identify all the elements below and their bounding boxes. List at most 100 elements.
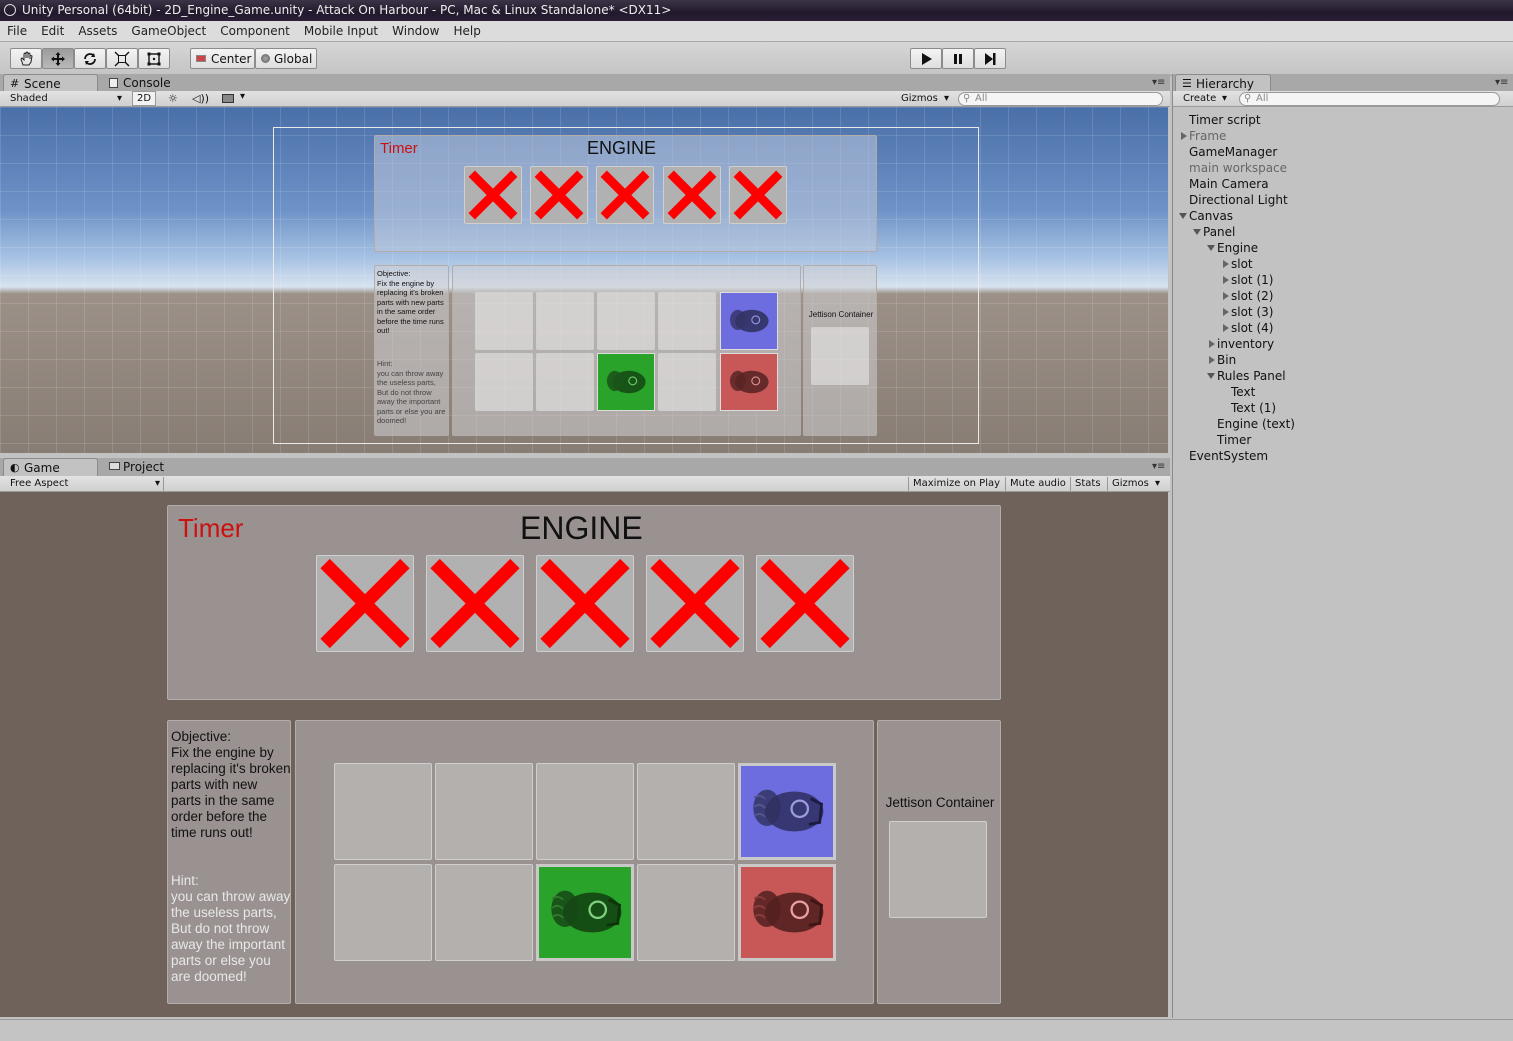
hierarchy-item[interactable]: Timer script (1173, 112, 1513, 128)
collapsed-arrow-icon[interactable] (1223, 260, 1229, 268)
engine-slot-2[interactable] (536, 555, 634, 652)
hierarchy-item[interactable]: Bin (1173, 352, 1513, 368)
hand-tool-button[interactable] (10, 48, 42, 69)
inventory-blue-part[interactable] (738, 763, 836, 860)
inventory-slot[interactable] (334, 864, 432, 961)
hierarchy-item[interactable]: slot (2) (1173, 288, 1513, 304)
game-viewport[interactable]: Timer ENGINE Objective: Fix the engine b… (0, 492, 1168, 1017)
menu-file[interactable]: File (0, 21, 34, 42)
expanded-arrow-icon[interactable] (1207, 373, 1215, 379)
tab-console[interactable]: Console (103, 74, 193, 92)
hierarchy-item[interactable]: Canvas (1173, 208, 1513, 224)
hierarchy-item-label: Bin (1217, 353, 1237, 367)
tab-project[interactable]: Project (103, 458, 193, 476)
menu-help[interactable]: Help (446, 21, 487, 42)
hierarchy-item-label: inventory (1217, 337, 1275, 351)
inventory-slot[interactable] (435, 763, 533, 860)
inventory-red-part[interactable] (738, 864, 836, 961)
effects-toggle-icon[interactable] (222, 94, 234, 103)
hierarchy-item[interactable]: slot (3) (1173, 304, 1513, 320)
hierarchy-item[interactable]: Frame (1173, 128, 1513, 144)
menu-assets[interactable]: Assets (71, 21, 124, 42)
collapsed-arrow-icon[interactable] (1209, 340, 1215, 348)
inventory-slot[interactable] (435, 864, 533, 961)
hierarchy-item[interactable]: Engine (1173, 240, 1513, 256)
engine-slot-1[interactable] (426, 555, 524, 652)
collapsed-arrow-icon[interactable] (1209, 356, 1215, 364)
menu-edit[interactable]: Edit (34, 21, 71, 42)
hierarchy-item-label: Timer (1217, 433, 1252, 447)
hierarchy-item[interactable]: Text (1173, 384, 1513, 400)
collapsed-arrow-icon[interactable] (1223, 276, 1229, 284)
audio-toggle-icon[interactable]: ◁)) (192, 92, 209, 105)
hierarchy-item[interactable]: Main Camera (1173, 176, 1513, 192)
engine-slot-4[interactable] (756, 555, 854, 652)
hierarchy-item[interactable]: Timer (1173, 432, 1513, 448)
collapsed-arrow-icon[interactable] (1223, 308, 1229, 316)
collapsed-arrow-icon[interactable] (1181, 132, 1187, 140)
hierarchy-item[interactable]: Text (1) (1173, 400, 1513, 416)
engine-slot-0[interactable] (316, 555, 414, 652)
collapsed-arrow-icon[interactable] (1223, 324, 1229, 332)
panel-menu-icon[interactable]: ▾≡ (1495, 77, 1508, 88)
create-dropdown[interactable]: Create ▾ (1179, 92, 1229, 106)
move-tool-button[interactable] (42, 48, 74, 69)
hierarchy-item[interactable]: Engine (text) (1173, 416, 1513, 432)
engine-slot-3[interactable] (646, 555, 744, 652)
hierarchy-item[interactable]: inventory (1173, 336, 1513, 352)
hierarchy-item-label: Engine (text) (1217, 417, 1295, 431)
maximize-on-play-toggle[interactable]: Maximize on Play (908, 477, 1004, 491)
mute-audio-toggle[interactable]: Mute audio (1005, 477, 1069, 491)
tab-hierarchy[interactable]: ☰ Hierarchy (1175, 74, 1271, 92)
scale-tool-button[interactable] (106, 48, 138, 69)
aspect-dropdown[interactable]: Free Aspect ▾ (6, 477, 164, 491)
hierarchy-item[interactable]: Panel (1173, 224, 1513, 240)
inventory-slot[interactable] (637, 864, 735, 961)
tab-game[interactable]: ◐ Game (3, 458, 98, 476)
jettison-slot[interactable] (889, 821, 987, 918)
hierarchy-item[interactable]: main workspace (1173, 160, 1513, 176)
inventory-slot[interactable] (637, 763, 735, 860)
space-global-toggle[interactable]: Global (255, 48, 317, 69)
hierarchy-item-label: main workspace (1189, 161, 1288, 175)
pivot-center-toggle[interactable]: Center (190, 48, 255, 69)
expanded-arrow-icon[interactable] (1193, 229, 1201, 235)
step-button[interactable] (974, 48, 1006, 69)
scene-viewport[interactable]: Timer ENGINE Objective: Fix the engine b… (0, 107, 1168, 453)
inventory-slot[interactable] (334, 763, 432, 860)
hierarchy-item[interactable]: Rules Panel (1173, 368, 1513, 384)
expanded-arrow-icon[interactable] (1207, 245, 1215, 251)
scene-gizmos-dropdown[interactable]: Gizmos ▾ (897, 92, 952, 106)
stats-toggle[interactable]: Stats (1070, 477, 1106, 491)
effects-dropdown-icon[interactable]: ▾ (240, 91, 245, 102)
inventory-green-part[interactable] (536, 864, 634, 961)
search-icon: ⚲ (963, 93, 971, 104)
panel-menu-icon[interactable]: ▾≡ (1152, 461, 1165, 472)
menu-mobile-input[interactable]: Mobile Input (297, 21, 385, 42)
hierarchy-item[interactable]: slot (1173, 256, 1513, 272)
pause-button[interactable] (942, 48, 974, 69)
rotate-tool-button[interactable] (74, 48, 106, 69)
inventory-slot[interactable] (536, 763, 634, 860)
collapsed-arrow-icon[interactable] (1223, 292, 1229, 300)
hierarchy-item[interactable]: slot (1) (1173, 272, 1513, 288)
rect-tool-button[interactable] (138, 48, 170, 69)
lighting-toggle-icon[interactable]: ☼ (168, 92, 178, 105)
folder-icon (109, 462, 120, 470)
panel-menu-icon[interactable]: ▾≡ (1152, 77, 1165, 88)
hierarchy-item[interactable]: slot (4) (1173, 320, 1513, 336)
play-button[interactable] (910, 48, 942, 69)
hierarchy-item[interactable]: Directional Light (1173, 192, 1513, 208)
game-gizmos-dropdown[interactable]: Gizmos ▾ (1107, 477, 1163, 491)
expanded-arrow-icon[interactable] (1179, 213, 1187, 219)
shading-mode-dropdown[interactable]: Shaded ▾ (6, 92, 126, 106)
menu-component[interactable]: Component (213, 21, 297, 42)
2d-mode-toggle[interactable]: 2D (132, 91, 156, 106)
hierarchy-item[interactable]: GameManager (1173, 144, 1513, 160)
tab-scene[interactable]: # Scene (3, 74, 98, 92)
menu-gameobject[interactable]: GameObject (124, 21, 213, 42)
menu-window[interactable]: Window (385, 21, 446, 42)
scene-search-input[interactable]: ⚲ All (958, 92, 1163, 106)
hierarchy-search-input[interactable]: ⚲ All (1239, 92, 1500, 106)
hierarchy-item[interactable]: EventSystem (1173, 448, 1513, 464)
